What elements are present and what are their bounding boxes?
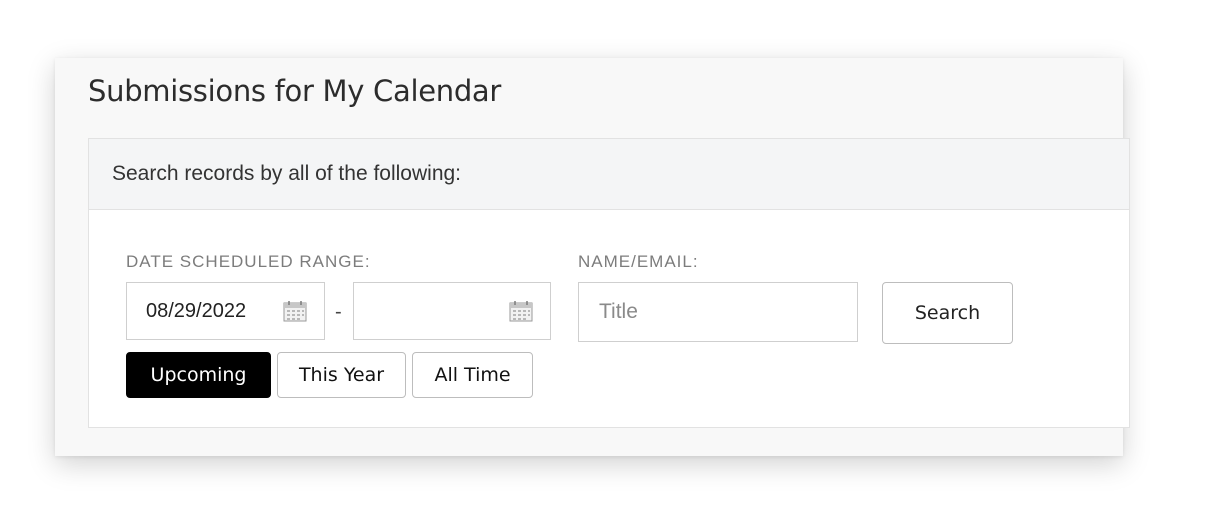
date-range-label: DATE SCHEDULED RANGE: — [126, 252, 371, 271]
upcoming-button[interactable]: Upcoming — [126, 352, 271, 398]
date-range-separator: - — [335, 301, 342, 323]
calendar-icon[interactable] — [509, 300, 533, 322]
submissions-panel: Submissions for My Calendar Search recor… — [55, 58, 1130, 456]
search-filter-card: Search records by all of the following: … — [88, 138, 1130, 428]
date-end-field[interactable] — [353, 282, 551, 340]
name-email-label: NAME/EMAIL: — [578, 252, 699, 271]
calendar-icon[interactable] — [283, 300, 307, 322]
filter-header-text: Search records by all of the following: — [112, 162, 462, 185]
date-start-value: 08/29/2022 — [146, 299, 247, 322]
page-title: Submissions for My Calendar — [88, 74, 502, 108]
filter-header: Search records by all of the following: — [89, 139, 1129, 210]
date-start-field[interactable]: 08/29/2022 — [126, 282, 325, 340]
all-time-button[interactable]: All Time — [412, 352, 533, 398]
name-email-input[interactable] — [578, 282, 858, 342]
this-year-button[interactable]: This Year — [277, 352, 406, 398]
search-button[interactable]: Search — [882, 282, 1013, 344]
